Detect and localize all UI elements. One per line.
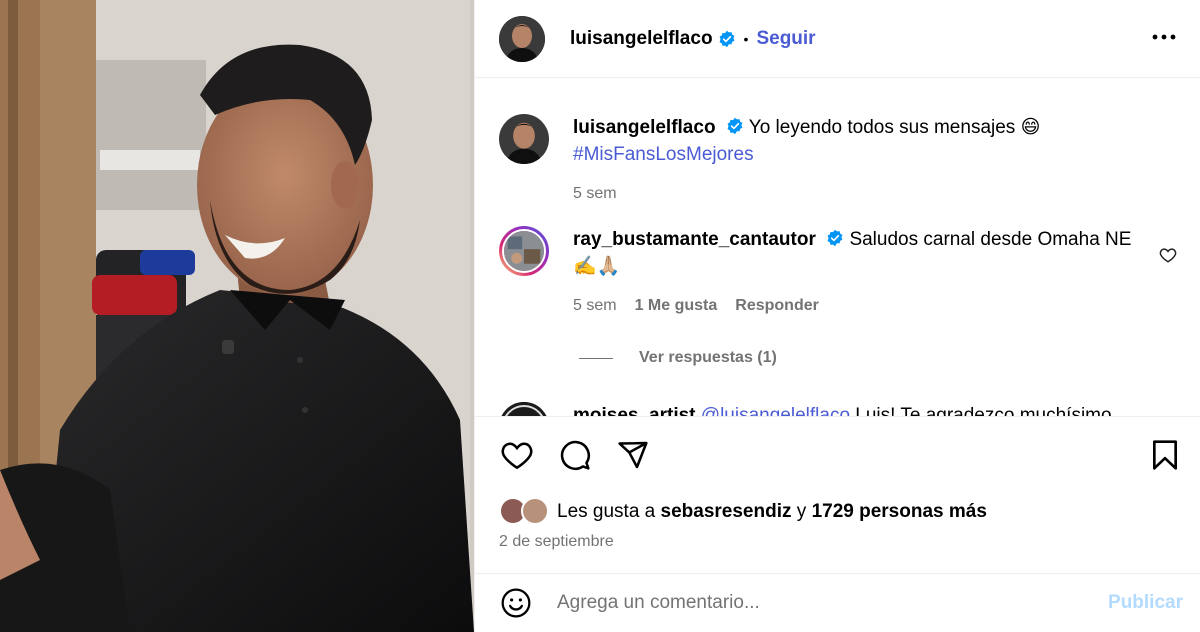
publish-button[interactable]: Publicar <box>1108 592 1183 614</box>
bookmark-icon[interactable] <box>1147 437 1183 473</box>
liker-avatar <box>521 497 549 525</box>
liker-username[interactable]: sebasresendiz <box>661 501 792 523</box>
caption-avatar[interactable] <box>499 114 549 164</box>
reply-button[interactable]: Responder <box>735 292 819 319</box>
comment-icon[interactable] <box>557 437 593 473</box>
commenter-avatar[interactable] <box>499 226 549 276</box>
separator-dot: • <box>743 30 749 47</box>
comment-input[interactable] <box>557 592 1077 614</box>
caption-time[interactable]: 5 sem <box>573 180 617 207</box>
comment-text: Luis! Te agradezco muchísimo <box>855 405 1112 416</box>
like-heart-icon[interactable] <box>499 437 535 473</box>
comment-text: Saludos carnal desde Omaha NE <box>849 229 1132 250</box>
comments-list[interactable]: luisangelelflaco Yo leyendo todos sus me… <box>475 79 1200 416</box>
verified-icon <box>726 116 744 135</box>
replies-divider-line <box>579 357 613 359</box>
caption-body: luisangelelflaco Yo leyendo todos sus me… <box>573 114 1163 207</box>
post-actions: Les gusta a sebasresendiz y 1729 persona… <box>475 416 1200 573</box>
caption-username[interactable]: luisangelelflaco <box>573 117 716 138</box>
comment-time[interactable]: 5 sem <box>573 292 617 319</box>
author-avatar[interactable] <box>499 15 545 62</box>
post-details-panel: luisangelelflaco • Seguir luisangelelfla… <box>474 0 1200 632</box>
author-username[interactable]: luisangelelflaco <box>570 28 713 50</box>
view-replies-label[interactable]: Ver respuestas (1) <box>639 349 777 367</box>
commenter-avatar[interactable] <box>499 402 549 416</box>
share-icon[interactable] <box>615 437 651 473</box>
commenter-username[interactable]: moises_artist <box>573 405 696 416</box>
emoji-icon[interactable] <box>499 586 533 620</box>
commenter-username[interactable]: ray_bustamante_cantautor <box>573 229 816 250</box>
post-date[interactable]: 2 de septiembre <box>499 533 614 551</box>
follow-button[interactable]: Seguir <box>756 28 815 50</box>
verified-icon <box>718 30 736 48</box>
comment-mention[interactable]: @luisangelelflaco <box>701 405 850 416</box>
post-photo <box>0 0 474 632</box>
caption-text: Yo leyendo todos sus mensajes 😄 <box>748 117 1041 138</box>
comment-likes-count[interactable]: 1 Me gusta <box>635 292 718 319</box>
add-comment-bar: Publicar <box>475 573 1200 632</box>
likes-prefix: Les gusta a <box>557 501 656 522</box>
caption-hashtag[interactable]: #MisFansLosMejores <box>573 144 754 165</box>
likes-joiner: y <box>796 501 807 522</box>
comment-like-heart-icon[interactable] <box>1159 246 1179 266</box>
likes-others-count[interactable]: 1729 personas más <box>812 501 987 523</box>
comment-body: moises_artist @luisangelelflaco Luis! Te… <box>573 402 1163 416</box>
post-header: luisangelelflaco • Seguir <box>475 0 1200 78</box>
view-replies-button[interactable]: Ver respuestas (1) <box>579 349 777 367</box>
comment-body: ray_bustamante_cantautor Saludos carnal … <box>573 226 1163 319</box>
comment-emojis: ✍️🙏🏼 <box>573 256 621 277</box>
verified-icon <box>826 228 844 247</box>
liker-avatars[interactable] <box>499 497 551 527</box>
more-icon[interactable] <box>1149 22 1179 52</box>
likes-summary: Les gusta a sebasresendiz y 1729 persona… <box>499 497 987 527</box>
